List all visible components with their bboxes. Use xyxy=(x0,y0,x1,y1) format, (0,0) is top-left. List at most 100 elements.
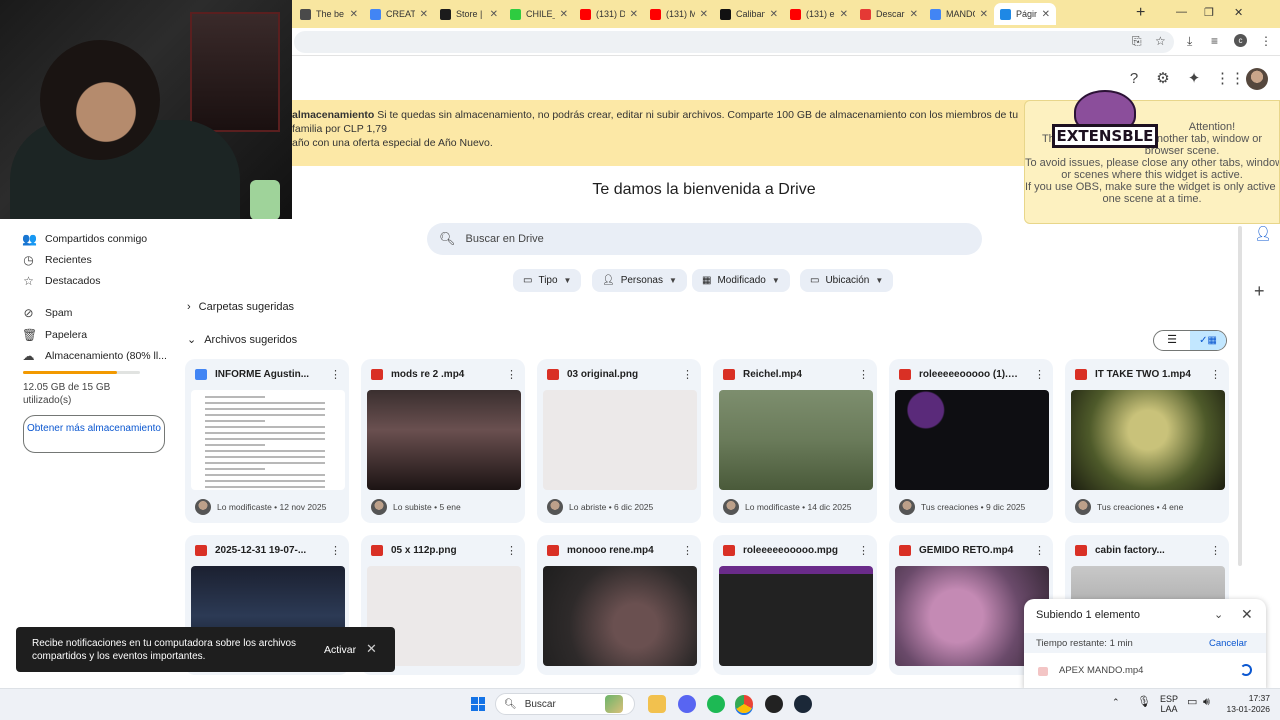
more-actions-icon[interactable]: ⋮ xyxy=(682,368,693,381)
new-tab-button[interactable]: + xyxy=(1136,4,1145,22)
close-window-icon[interactable]: ✕ xyxy=(1234,6,1243,19)
more-actions-icon[interactable]: ⋮ xyxy=(1210,544,1221,557)
volume-icon[interactable]: 🔊︎ xyxy=(1203,697,1210,708)
contacts-icon[interactable]: 👤︎ xyxy=(1254,225,1272,242)
sidebar-item-shared[interactable]: 👥 Compartidos conmigo xyxy=(22,230,147,248)
tray-chevron-icon[interactable]: ⌃ xyxy=(1112,697,1120,707)
download-icon[interactable]: ⤓ xyxy=(1187,34,1192,49)
get-more-storage-button[interactable]: Obtener más almacenamiento xyxy=(23,415,165,453)
sidebar-item-label: Recientes xyxy=(45,254,92,266)
scrollbar[interactable] xyxy=(1238,226,1242,566)
browser-tab[interactable]: Store | ✕ xyxy=(434,3,504,25)
obs-icon[interactable] xyxy=(765,695,783,713)
browser-tab[interactable]: CREATI ✕ xyxy=(364,3,434,25)
activate-button[interactable]: Activar xyxy=(324,644,356,657)
search-input[interactable]: Buscar en Drive xyxy=(466,233,544,245)
taskbar-app-landscape-icon[interactable] xyxy=(605,695,623,713)
tab-close-icon[interactable]: ✕ xyxy=(490,9,498,20)
more-actions-icon[interactable]: ⋮ xyxy=(330,368,341,381)
minimize-icon[interactable]: — xyxy=(1176,6,1187,18)
profile-icon[interactable]: c xyxy=(1234,34,1247,47)
url-field[interactable] xyxy=(294,31,1174,53)
file-card[interactable]: roleeeeeooooo (1).mpg ⋮ Tus creaciones • 9… xyxy=(889,359,1053,523)
filter-chip-people[interactable]: 👤︎ Personas ▼ xyxy=(592,269,687,292)
chevron-down-icon[interactable]: ⌄ xyxy=(1214,608,1223,621)
close-icon[interactable]: ✕ xyxy=(366,642,377,655)
more-actions-icon[interactable]: ⋮ xyxy=(1034,368,1045,381)
spotify-icon[interactable] xyxy=(707,695,725,713)
discord-icon[interactable] xyxy=(678,695,696,713)
tab-close-icon[interactable]: ✕ xyxy=(910,9,918,20)
gemini-sparkle-icon[interactable]: ✦ xyxy=(1185,70,1203,88)
account-avatar[interactable] xyxy=(1246,68,1268,90)
more-actions-icon[interactable]: ⋮ xyxy=(858,544,869,557)
network-icon[interactable]: ▭ xyxy=(1187,697,1197,708)
microphone-icon[interactable]: 🎙︎ xyxy=(1137,697,1151,708)
browser-tab[interactable]: The be ✕ xyxy=(294,3,364,25)
sidebar-item-trash[interactable]: 🗑 Papelera xyxy=(22,326,87,344)
browser-tab[interactable]: MANDO ✕ xyxy=(924,3,994,25)
more-actions-icon[interactable]: ⋮ xyxy=(1210,368,1221,381)
browser-tab[interactable]: Descar ✕ xyxy=(854,3,924,25)
tab-close-icon[interactable]: ✕ xyxy=(980,9,988,20)
browser-tab[interactable]: (131) D ✕ xyxy=(574,3,644,25)
browser-tab[interactable]: Página ✕ xyxy=(994,3,1056,25)
file-card[interactable]: Reichel.mp4 ⋮ Lo modificaste • 14 dic 2025 xyxy=(713,359,877,523)
filter-chip-location[interactable]: ▭ Ubicación ▼ xyxy=(800,269,894,292)
bookmark-star-icon[interactable]: ☆ xyxy=(1155,34,1166,48)
tab-close-icon[interactable]: ✕ xyxy=(420,9,428,20)
more-actions-icon[interactable]: ⋮ xyxy=(506,544,517,557)
steam-icon[interactable] xyxy=(794,695,812,713)
sidebar-item-storage[interactable]: ☁ Almacenamiento (80% ll... xyxy=(22,347,167,365)
filter-chip-type[interactable]: ▭ Tipo ▼ xyxy=(513,269,582,292)
language-indicator[interactable]: ESP LAA xyxy=(1160,694,1178,714)
browser-tab[interactable]: (131) M ✕ xyxy=(644,3,714,25)
browser-tab[interactable]: CHILE_ ✕ xyxy=(504,3,574,25)
windows-start-icon[interactable] xyxy=(471,697,485,711)
file-card[interactable]: 03 original.png ⋮ Lo abriste • 6 dic 2025 xyxy=(537,359,701,523)
tab-close-icon[interactable]: ✕ xyxy=(770,9,778,20)
tab-close-icon[interactable]: ✕ xyxy=(630,9,638,20)
browser-tab[interactable]: (131) e ✕ xyxy=(784,3,854,25)
cancel-upload-button[interactable]: Cancelar xyxy=(1209,638,1247,649)
sidebar-item-starred[interactable]: ☆ Destacados xyxy=(22,272,100,290)
suggested-folders-toggle[interactable]: › Carpetas sugeridas xyxy=(187,301,294,313)
filter-chip-modified[interactable]: ▦ Modificado ▼ xyxy=(692,269,790,292)
file-card[interactable]: IT TAKE TWO 1.mp4 ⋮ Tus creaciones • 4 ene xyxy=(1065,359,1229,523)
more-actions-icon[interactable]: ⋮ xyxy=(1034,544,1045,557)
sidebar-item-spam[interactable]: ⊘ Spam xyxy=(22,304,72,322)
restore-icon[interactable]: ❐ xyxy=(1204,6,1214,19)
file-card-footer: Lo abriste • 6 dic 2025 xyxy=(547,499,653,515)
more-actions-icon[interactable]: ⋮ xyxy=(506,368,517,381)
more-actions-icon[interactable]: ⋮ xyxy=(858,368,869,381)
taskbar-clock[interactable]: 17:37 13-01-2026 xyxy=(1222,693,1270,715)
tab-close-icon[interactable]: ✕ xyxy=(700,9,708,20)
list-view-button[interactable]: ☰ xyxy=(1154,331,1190,350)
more-actions-icon[interactable]: ⋮ xyxy=(330,544,341,557)
media-control-icon[interactable]: ≡ xyxy=(1211,34,1218,48)
file-card[interactable]: INFORME Agustin... ⋮ Lo modificaste • 12 n… xyxy=(185,359,349,523)
tab-close-icon[interactable]: ✕ xyxy=(1042,9,1050,20)
doc-text-line xyxy=(205,420,265,422)
tab-close-icon[interactable]: ✕ xyxy=(560,9,568,20)
install-icon[interactable]: ⎘ xyxy=(1132,34,1142,49)
tab-close-icon[interactable]: ✕ xyxy=(840,9,848,20)
browser-tab[interactable]: Caliban ✕ xyxy=(714,3,784,25)
suggested-files-toggle[interactable]: ⌄ Archivos sugeridos xyxy=(187,333,297,347)
drive-search-bar[interactable]: 🔍︎ Buscar en Drive xyxy=(427,223,982,255)
file-card[interactable]: roleeeeeooooo.mpg ⋮ xyxy=(713,535,877,675)
chevron-down-icon: ▼ xyxy=(563,276,572,285)
file-explorer-icon[interactable] xyxy=(648,695,666,713)
chrome-icon[interactable] xyxy=(735,695,753,713)
close-icon[interactable]: ✕ xyxy=(1241,606,1253,623)
file-card[interactable]: monooo rene.mp4 ⋮ xyxy=(537,535,701,675)
grid-view-button[interactable]: ✓▦ xyxy=(1190,331,1226,350)
file-name: mods re 2 .mp4 xyxy=(391,369,465,380)
tab-close-icon[interactable]: ✕ xyxy=(350,9,358,20)
add-addon-icon[interactable]: + xyxy=(1254,281,1265,302)
browser-menu-icon[interactable]: ⋮ xyxy=(1260,34,1272,48)
file-card[interactable]: mods re 2 .mp4 ⋮ Lo subiste • 5 ene xyxy=(361,359,525,523)
sidebar-item-recent[interactable]: ◷ Recientes xyxy=(22,251,92,269)
more-actions-icon[interactable]: ⋮ xyxy=(682,544,693,557)
apps-grid-icon[interactable]: ⋮⋮ xyxy=(1215,70,1245,88)
